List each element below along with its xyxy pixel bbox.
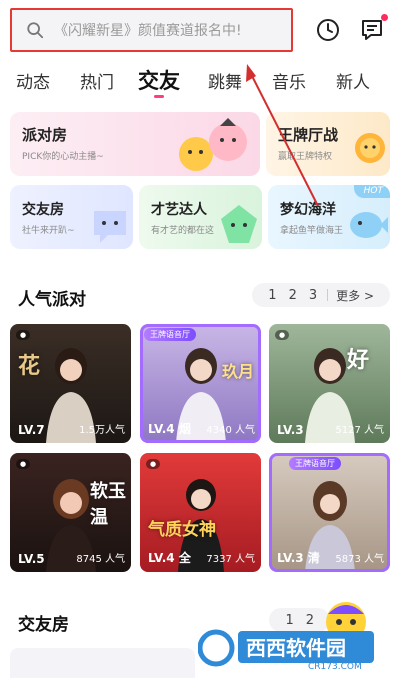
card-title: 才艺达人 (151, 202, 207, 218)
flower-mascot-icon (355, 133, 385, 163)
room-heat: 5873 人气 (335, 554, 384, 565)
room-tile[interactable]: 气质女神 ● LV.4 全 7337 人气 (140, 453, 261, 572)
card-title: 交友房 (22, 202, 64, 218)
card-title: 梦幻海洋 (280, 202, 336, 218)
svg-text:西西软件园: 西西软件园 (246, 636, 346, 660)
card-subtitle: PICK你的心动主播~ (22, 152, 104, 162)
room-tile[interactable]: 好 ● LV.3 5127 人气 (269, 324, 390, 443)
room-tile[interactable]: 玖月 王牌语音厅 LV.4 烟 4340 人气 (140, 324, 261, 443)
card-subtitle: 拿起鱼竿做海王 (280, 226, 344, 236)
category-tabs: 动态 热门 交友 跳舞 音乐 新人 (0, 62, 400, 98)
unread-dot (381, 14, 388, 21)
page-3[interactable]: 3 (309, 288, 317, 303)
room-heat: 7337 人气 (206, 554, 255, 565)
room-heat: 8745 人气 (76, 554, 125, 565)
card-friends-room[interactable]: 交友房 社牛来开趴~ (10, 185, 133, 249)
mic-badge: ● (275, 330, 290, 340)
room-level: LV.4 全 (148, 551, 191, 565)
card-party-room[interactable]: 派对房 PICK你的心动主播~ (10, 112, 260, 176)
room-level: LV.3 清 (277, 551, 320, 565)
room-heat: 5127 人气 (335, 425, 384, 436)
card-title: 派对房 (22, 126, 68, 144)
room-level: LV.7 (18, 423, 45, 437)
section-title-popular: 人气派对 (18, 290, 86, 312)
room-level: LV.3 (277, 423, 304, 437)
watermark-icon: 西西软件园 CR173.COM (197, 629, 374, 672)
card-subtitle: 有才艺的都在这 (151, 226, 215, 236)
section-title-friends: 交友房 (18, 615, 69, 635)
top-bar: 《闪耀新星》颜值赛道报名中! (0, 0, 400, 58)
mic-badge: ● (16, 330, 31, 340)
card-title: 王牌厅战 (278, 126, 339, 144)
tab-remen[interactable]: 热门 (80, 68, 114, 93)
room-tile[interactable]: 软玉温 ● LV.5 8745 人气 (10, 453, 131, 572)
room-tile[interactable]: 花 ● LV.7 1.5万人气 (10, 324, 131, 443)
ace-hall-badge: 王牌语音厅 (289, 457, 341, 470)
tab-dongtai[interactable]: 动态 (16, 68, 50, 93)
watermark-logo: 西西软件园 CR173.COM (197, 625, 378, 672)
mic-badge: ● (146, 459, 161, 469)
card-ace-hall-battle[interactable]: 王牌厅战 赢取王牌特权 (266, 112, 390, 176)
room-heat: 1.5万人气 (79, 425, 125, 436)
clock-icon (317, 19, 339, 41)
card-dream-ocean[interactable]: 梦幻海洋 拿起鱼竿做海王 HOT (268, 185, 390, 249)
fruit-mascot-icon (179, 118, 247, 171)
card-subtitle: 社牛来开趴~ (22, 226, 75, 236)
friend-room-card[interactable] (10, 648, 195, 678)
messages-button[interactable] (359, 14, 388, 43)
more-link[interactable]: 更多 > (336, 287, 374, 304)
svg-text:CR173.COM: CR173.COM (308, 662, 362, 671)
tab-jiaoyou[interactable]: 交友 (138, 65, 180, 95)
search-icon (27, 22, 44, 39)
card-talent-star[interactable]: 才艺达人 有才艺的都在这 (139, 185, 262, 249)
room-level: LV.4 烟 (148, 422, 191, 436)
card-subtitle: 赢取王牌特权 (278, 152, 333, 162)
hot-badge: HOT (353, 185, 390, 198)
tab-xinren[interactable]: 新人 (336, 68, 370, 93)
active-tab-indicator (154, 95, 164, 98)
section-pager: 1 2 3 更多 > (252, 283, 390, 307)
room-heat: 4340 人气 (206, 425, 255, 436)
room-level: LV.5 (18, 552, 45, 566)
ace-hall-badge: 王牌语音厅 (144, 328, 196, 341)
search-bar[interactable]: 《闪耀新星》颜值赛道报名中! (10, 8, 293, 52)
chat-bubble-mascot-icon (94, 211, 126, 243)
message-icon (362, 20, 382, 40)
mic-badge: ● (16, 459, 31, 469)
tab-yinyue[interactable]: 音乐 (272, 68, 306, 93)
room-tile[interactable]: 王牌语音厅 LV.3 清 5873 人气 (269, 453, 390, 572)
gem-mascot-icon (221, 205, 257, 243)
search-placeholder: 《闪耀新星》颜值赛道报名中! (54, 23, 242, 39)
page-2[interactable]: 2 (289, 288, 297, 303)
tab-tiaowu[interactable]: 跳舞 (208, 68, 242, 93)
fish-mascot-icon (350, 212, 388, 238)
page-1[interactable]: 1 (268, 288, 276, 303)
history-button[interactable] (315, 17, 341, 43)
